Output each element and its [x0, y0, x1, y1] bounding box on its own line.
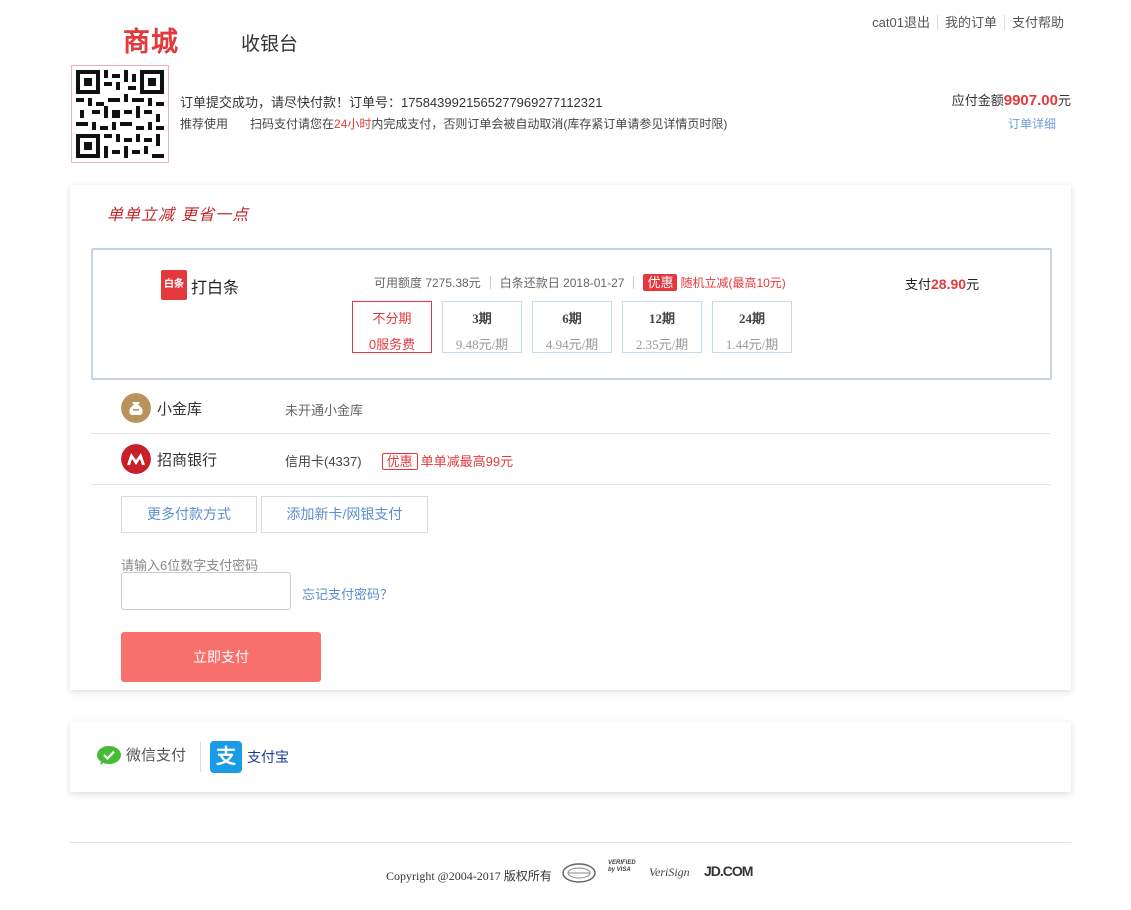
baitiao-title: 打白条	[191, 280, 240, 297]
order-detail-link[interactable]: 订单详细	[1008, 115, 1056, 132]
baitiao-repay-date: 白条还款日 2018-01-27	[499, 276, 625, 290]
installment-6[interactable]: 6期 4.94元/期	[532, 301, 612, 353]
cmb-card-info: 信用卡(4337) 优惠 单单减最高99元	[285, 451, 513, 470]
copyright: Copyright @2004-2017 版权所有	[386, 869, 552, 883]
baitiao-credit: 可用额度 7275.38元	[374, 276, 481, 290]
payment-card: 单单立减 更省一点 白条 打白条 可用额度 7275.38元 白条还款日 201…	[70, 185, 1071, 690]
recommend-label: 推荐使用	[180, 117, 229, 131]
pay-help-link[interactable]: 支付帮助	[1003, 15, 1064, 30]
installment-period: 12期	[648, 311, 675, 326]
verified-by-visa-icon: VERIFIED by VISA	[608, 860, 636, 873]
baitiao-logo-icon: 白条	[161, 270, 187, 300]
my-orders-link[interactable]: 我的订单	[936, 15, 1004, 30]
amount-label: 应付金额	[951, 93, 1004, 108]
installment-fee: 4.94元/期	[545, 337, 599, 352]
footer-divider	[70, 842, 1071, 843]
page-subtitle: 收银台	[241, 34, 299, 55]
baitiao-option[interactable]: 白条 打白条 可用额度 7275.38元 白条还款日 2018-01-27 优惠…	[91, 248, 1052, 380]
hint-suffix: 内完成支付，否则订单会被自动取消(库存紧订单请参见详情页时限)	[371, 117, 728, 131]
cmb-bank-option[interactable]: 招商银行 信用卡(4337) 优惠 单单减最高99元	[91, 434, 1051, 485]
add-card-button[interactable]: 添加新卡/网银支付	[261, 496, 428, 533]
xiaojinku-desc: 未开通小金库	[285, 403, 364, 418]
xiaojinku-option[interactable]: 小金库 未开通小金库	[91, 383, 1051, 434]
cmb-bank-name: 招商银行	[157, 452, 218, 469]
installment-12[interactable]: 12期 2.35元/期	[622, 301, 702, 353]
more-payment-methods-button[interactable]: 更多付款方式	[121, 496, 257, 533]
installment-fee: 2.35元/期	[635, 337, 689, 352]
cmb-bank-icon	[121, 444, 151, 474]
cmb-promo-text: 单单减最高99元	[420, 454, 514, 469]
cmb-card-number: 信用卡(4337)	[285, 454, 362, 469]
qr-code	[71, 65, 169, 163]
installment-fee: 9.48元/期	[455, 337, 509, 352]
pay-password-input[interactable]	[121, 572, 291, 610]
alipay-label: 支付宝	[247, 749, 289, 765]
verisign-icon: VeriSign	[649, 865, 690, 879]
installment-period: 3期	[472, 311, 492, 326]
pay-unit: 元	[966, 277, 980, 292]
installment-none[interactable]: 不分期 0服务费	[352, 301, 432, 353]
promo-slogan: 单单立减 更省一点	[107, 205, 250, 224]
wechat-pay-option[interactable]: 微信支付	[97, 744, 186, 765]
security-seal-icon	[562, 863, 596, 883]
money-bag-icon	[121, 393, 151, 423]
qr-code-icon	[76, 70, 164, 158]
xiaojinku-name: 小金库	[157, 401, 203, 418]
pay-now-button[interactable]: 立即支付	[121, 632, 321, 682]
installment-period: 6期	[562, 311, 582, 326]
divider	[200, 742, 201, 772]
top-nav: cat01退出 我的订单 支付帮助	[872, 15, 1064, 30]
pay-label: 支付	[905, 277, 932, 292]
installment-period: 24期	[738, 311, 765, 326]
installment-24[interactable]: 24期 1.44元/期	[712, 301, 792, 353]
order-message: 订单提交成功，请尽快付款！订单号：17584399215652779692771…	[180, 95, 603, 110]
cmb-promo-badge: 优惠	[381, 453, 418, 470]
installment-fee: 0服务费	[368, 337, 416, 352]
pay-hint: 推荐使用 扫码支付请您在24小时内完成支付，否则订单会被自动取消(库存紧订单请参见…	[180, 115, 727, 132]
installment-3[interactable]: 3期 9.48元/期	[442, 301, 522, 353]
pay-value: 28.90	[931, 276, 967, 292]
installment-fee: 1.44元/期	[725, 337, 779, 352]
hint-prefix: 扫码支付请您在	[250, 117, 335, 131]
baitiao-info: 可用额度 7275.38元 白条还款日 2018-01-27 优惠 随机立减(最…	[374, 274, 786, 291]
amount-unit: 元	[1057, 93, 1071, 108]
forgot-password-link[interactable]: 忘记支付密码？	[302, 584, 393, 603]
store-logo[interactable]: 商城	[123, 20, 179, 59]
promo-text: 随机立减(最高10元)	[680, 276, 786, 290]
amount-due: 应付金额9907.00元	[952, 90, 1071, 109]
hint-time: 24小时	[334, 117, 372, 131]
promo-badge: 优惠	[643, 274, 678, 291]
jd-logo-icon: JD.COM	[704, 863, 753, 879]
wechat-pay-label: 微信支付	[126, 747, 187, 764]
alipay-option[interactable]: 支 支付宝	[210, 741, 289, 773]
baitiao-pay-amount: 支付28.90元	[905, 274, 979, 293]
alipay-icon: 支	[210, 741, 242, 773]
installment-period: 不分期	[372, 311, 412, 326]
wechat-icon	[97, 745, 121, 765]
amount-value: 9907.00	[1003, 92, 1058, 109]
third-party-pay-card: 微信支付 支 支付宝	[70, 722, 1071, 792]
logout-link[interactable]: cat01退出	[872, 15, 937, 30]
